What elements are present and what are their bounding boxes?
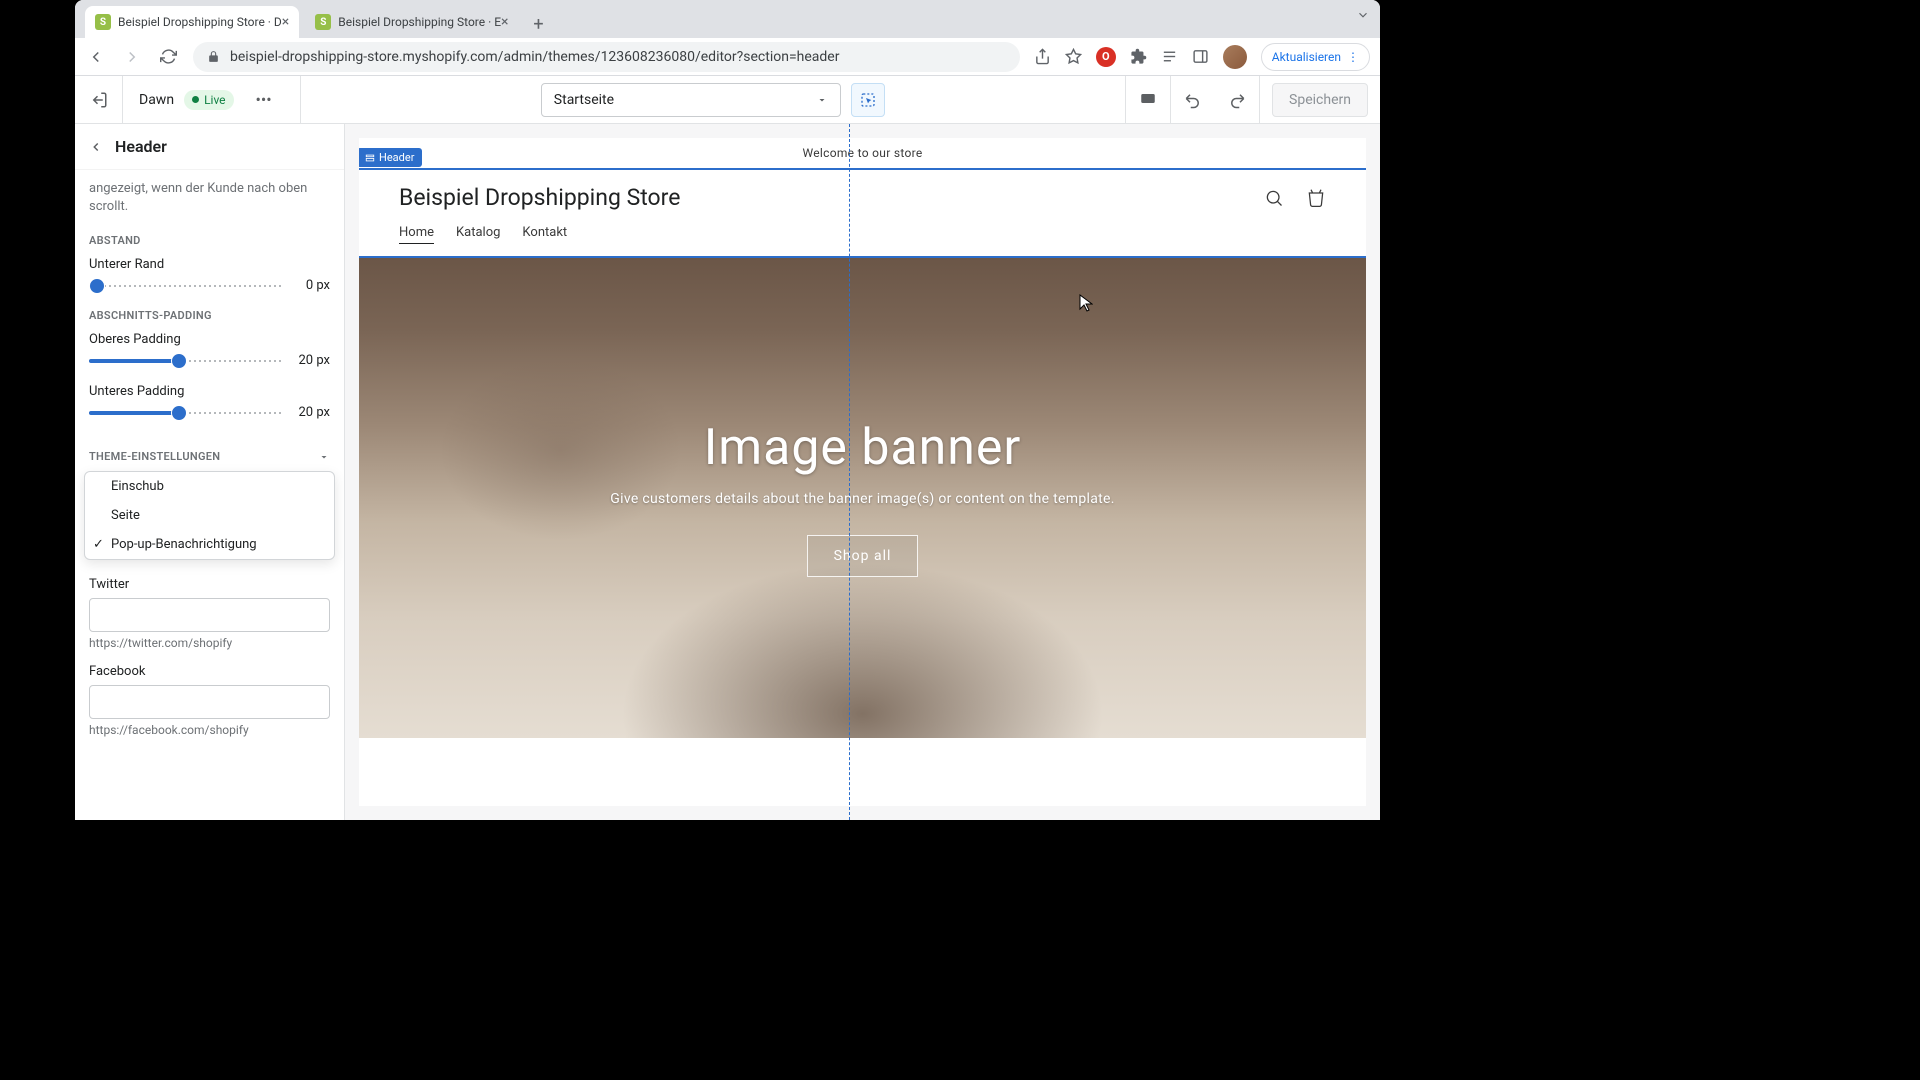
store-preview[interactable]: Welcome to our store Header Beispiel Dro… [359,138,1366,806]
twitter-input[interactable] [89,598,330,632]
top-padding-value: 20 px [294,353,330,368]
theme-more-button[interactable]: ••• [244,76,284,123]
reading-list-icon[interactable] [1161,48,1178,65]
reload-button[interactable] [157,46,179,68]
live-dot-icon [192,96,199,103]
banner-title: Image banner [704,419,1022,477]
padding-section-label: ABSCHNITTS-PADDING [89,309,330,322]
search-icon[interactable] [1264,188,1284,208]
lock-icon [207,50,220,63]
section-icon [365,153,375,163]
url-text: beispiel-dropshipping-store.myshopify.co… [230,49,839,65]
section-tag: Header [359,148,422,167]
desktop-view-button[interactable] [1126,76,1170,124]
page-selector-value: Startseite [554,92,614,108]
caret-down-icon [318,451,330,463]
top-padding-label: Oberes Padding [89,332,330,347]
chevron-down-icon [816,94,828,106]
adblock-icon[interactable]: O [1096,47,1116,67]
browser-tab-inactive[interactable]: S Beispiel Dropshipping Store · E × [305,6,518,38]
update-label: Aktualisieren [1272,50,1341,64]
bottom-margin-value: 0 px [294,278,330,293]
helper-text: angezeigt, wenn der Kunde nach oben scro… [89,180,330,216]
bottom-margin-label: Unterer Rand [89,257,330,272]
redo-button[interactable] [1215,76,1259,124]
close-icon[interactable]: × [282,14,289,30]
browser-tab-strip: S Beispiel Dropshipping Store · D × S Be… [75,0,1380,38]
twitter-label: Twitter [89,577,330,592]
header-section[interactable]: Header Beispiel Dropshipping Store Home … [359,168,1366,258]
tab-title: Beispiel Dropshipping Store · D [118,15,282,29]
sidepanel-icon[interactable] [1192,48,1209,65]
profile-avatar[interactable] [1223,45,1247,69]
browser-tab-active[interactable]: S Beispiel Dropshipping Store · D × [85,6,299,38]
inspector-button[interactable] [851,83,885,117]
bottom-padding-label: Unteres Padding [89,384,330,399]
bottom-padding-value: 20 px [294,405,330,420]
banner-subtitle: Give customers details about the banner … [610,491,1114,507]
forward-button[interactable] [121,46,143,68]
share-icon[interactable] [1034,48,1051,65]
facebook-hint: https://facebook.com/shopify [89,723,330,737]
extensions-icon[interactable] [1130,48,1147,65]
cart-icon[interactable] [1306,188,1326,208]
bottom-padding-slider[interactable] [89,406,284,420]
theme-section-label: THEME-EINSTELLUNGEN [89,450,220,463]
twitter-hint: https://twitter.com/shopify [89,636,330,650]
dropdown-option-seite[interactable]: Seite [85,501,334,530]
star-icon[interactable] [1065,48,1082,65]
address-bar: beispiel-dropshipping-store.myshopify.co… [75,38,1380,76]
sidebar-title: Header [115,137,167,156]
dropdown-option-einschub[interactable]: Einschub [85,472,334,501]
preview-canvas: Welcome to our store Header Beispiel Dro… [345,124,1380,820]
theme-name: Dawn [139,92,174,108]
page-selector[interactable]: Startseite [541,83,841,117]
exit-editor-button[interactable] [75,76,123,123]
bottom-margin-slider[interactable] [89,279,284,293]
back-icon[interactable] [89,140,103,154]
undo-button[interactable] [1171,76,1215,124]
facebook-label: Facebook [89,664,330,679]
nav-link-katalog[interactable]: Katalog [456,225,500,244]
url-field[interactable]: beispiel-dropshipping-store.myshopify.co… [193,42,1020,72]
facebook-input[interactable] [89,685,330,719]
store-name[interactable]: Beispiel Dropshipping Store [399,184,1326,211]
new-tab-button[interactable]: + [525,10,553,38]
save-button[interactable]: Speichern [1272,83,1368,117]
back-button[interactable] [85,46,107,68]
announcement-bar[interactable]: Welcome to our store [359,138,1366,168]
live-badge: Live [184,90,233,110]
spacing-section-label: ABSTAND [89,234,330,247]
settings-sidebar: Header angezeigt, wenn der Kunde nach ob… [75,124,345,820]
nav-link-home[interactable]: Home [399,225,434,244]
shopify-favicon-icon: S [315,14,331,30]
tabs-expand-icon[interactable] [1356,8,1370,22]
editor-topbar: Dawn Live ••• Startseite [75,76,1380,124]
section-tag-label: Header [379,151,414,164]
top-padding-slider[interactable] [89,354,284,368]
shopify-favicon-icon: S [95,14,111,30]
tab-title: Beispiel Dropshipping Store · E [338,15,501,29]
cart-type-dropdown-menu: Einschub Seite Pop-up-Benachrichtigung [84,471,335,560]
live-label: Live [204,93,225,107]
nav-link-kontakt[interactable]: Kontakt [522,225,567,244]
close-icon[interactable]: × [501,14,508,30]
browser-update-button[interactable]: Aktualisieren [1261,43,1370,71]
image-banner[interactable]: Image banner Give customers details abou… [359,258,1366,738]
dropdown-option-popup[interactable]: Pop-up-Benachrichtigung [85,530,334,559]
banner-button[interactable]: Shop all [807,535,919,577]
